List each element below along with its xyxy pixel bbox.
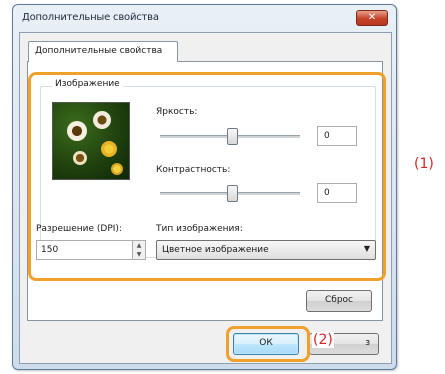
resolution-label: Разрешение (DPI): — [36, 224, 122, 234]
title-bar[interactable]: Дополнительные свойства ✕ — [13, 5, 396, 31]
properties-dialog: Дополнительные свойства ✕ Дополнительные… — [12, 4, 397, 370]
preview-flower — [73, 151, 87, 165]
preview-flower — [111, 163, 123, 175]
preview-flower — [93, 111, 111, 129]
close-button[interactable]: ✕ — [356, 10, 388, 26]
spin-down-icon[interactable]: ▼ — [133, 250, 145, 259]
tab-advanced-properties[interactable]: Дополнительные свойства — [28, 41, 178, 62]
contrast-value-field[interactable]: 0 — [317, 183, 357, 203]
image-type-label: Тип изображения: — [156, 224, 243, 234]
tab-label: Дополнительные свойства — [35, 46, 163, 56]
chevron-down-icon: ▼ — [363, 244, 370, 253]
resolution-spinner[interactable]: ▲ ▼ — [132, 241, 145, 259]
reset-button-label: Сброс — [324, 295, 353, 305]
reset-button[interactable]: Сброс — [306, 290, 372, 312]
ok-button-label: ОК — [259, 338, 273, 348]
contrast-label: Контрастность: — [156, 165, 231, 175]
preview-flower — [67, 121, 87, 141]
dialog-title: Дополнительные свойства — [22, 12, 159, 23]
image-preview-thumbnail — [52, 102, 130, 180]
image-group-label: Изображение — [52, 79, 123, 89]
dialog-client-area: Дополнительные свойства Изображение Ярко… — [19, 32, 392, 364]
callout-1-label: (1) — [414, 156, 434, 172]
close-icon: ✕ — [367, 12, 377, 23]
resolution-value: 150 — [41, 245, 59, 255]
cancel-button-label: з — [365, 338, 370, 348]
tab-panel: Изображение Яркость: 0 Контрастность: 0 … — [27, 61, 383, 321]
image-type-select[interactable]: Цветное изображение ▼ — [156, 240, 376, 260]
spin-up-icon[interactable]: ▲ — [133, 241, 145, 250]
ok-button[interactable]: ОК — [233, 333, 299, 355]
resolution-dpi-field[interactable]: 150 ▲ ▼ — [36, 240, 146, 260]
brightness-value: 0 — [324, 131, 330, 141]
image-type-selected: Цветное изображение — [162, 245, 269, 255]
contrast-slider-thumb[interactable] — [227, 185, 238, 202]
preview-flower — [101, 141, 117, 157]
brightness-label: Яркость: — [156, 107, 198, 117]
brightness-slider-thumb[interactable] — [227, 128, 238, 145]
contrast-value: 0 — [324, 188, 330, 198]
brightness-value-field[interactable]: 0 — [317, 126, 357, 146]
callout-2-label: (2) — [312, 332, 334, 348]
